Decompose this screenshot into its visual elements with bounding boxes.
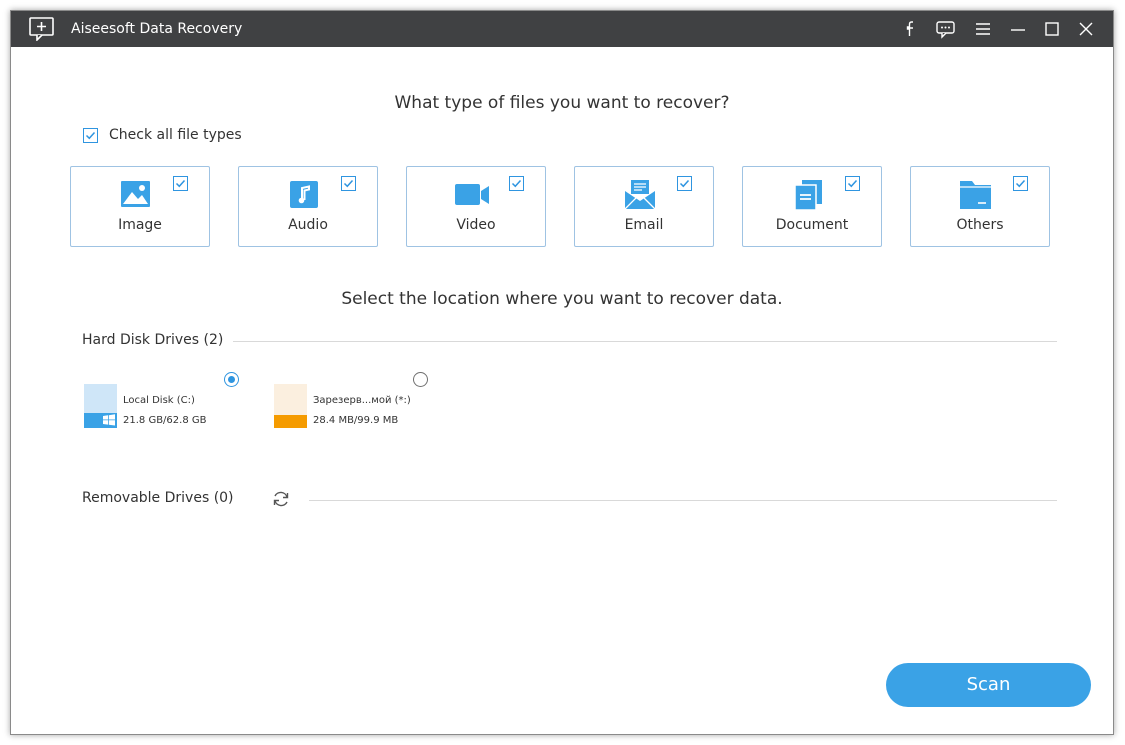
drive-reserved-radio[interactable]	[413, 372, 428, 387]
title-bar: Aiseesoft Data Recovery	[11, 11, 1113, 47]
file-type-document[interactable]: Document	[742, 166, 882, 247]
file-type-label: Others	[956, 217, 1004, 233]
drive-local-disk-c[interactable]: Local Disk (C:) 21.8 GB/62.8 GB	[84, 384, 244, 430]
audio-icon	[286, 179, 322, 211]
check-all-checkbox[interactable]	[83, 127, 98, 143]
image-icon	[118, 179, 154, 211]
file-type-email[interactable]: Email	[574, 166, 714, 247]
drive-c-radio[interactable]	[224, 372, 239, 387]
folder-icon	[958, 179, 994, 211]
file-type-label: Email	[624, 217, 664, 233]
check-all-file-types[interactable]: Check all file types	[83, 126, 242, 144]
others-checkbox[interactable]	[1013, 176, 1028, 191]
divider	[309, 500, 1057, 501]
file-type-label: Audio	[288, 217, 328, 233]
check-all-label: Check all file types	[109, 127, 242, 143]
image-checkbox[interactable]	[173, 176, 188, 191]
document-checkbox[interactable]	[845, 176, 860, 191]
drive-name: Local Disk (C:)	[123, 395, 195, 406]
file-type-audio[interactable]: Audio	[238, 166, 378, 247]
divider	[233, 341, 1057, 342]
app-window: Aiseesoft Data Recovery What type of fil…	[10, 10, 1114, 735]
facebook-icon[interactable]	[899, 18, 923, 40]
file-type-label: Image	[118, 217, 162, 233]
refresh-icon[interactable]	[271, 489, 291, 509]
drive-reserved[interactable]: Зарезерв...мой (*:) 28.4 MB/99.9 MB	[274, 384, 434, 430]
windows-drive-icon	[84, 384, 117, 428]
close-icon[interactable]	[1074, 18, 1098, 40]
menu-icon[interactable]	[971, 18, 995, 40]
feedback-icon[interactable]	[934, 18, 958, 40]
maximize-icon[interactable]	[1040, 18, 1064, 40]
app-logo-icon	[29, 17, 55, 42]
file-type-others[interactable]: Others	[910, 166, 1050, 247]
file-type-video[interactable]: Video	[406, 166, 546, 247]
email-icon	[622, 179, 658, 211]
file-type-label: Document	[775, 217, 849, 233]
removable-drives-title: Removable Drives (0)	[82, 490, 234, 506]
email-checkbox[interactable]	[677, 176, 692, 191]
document-icon	[790, 179, 826, 211]
drive-name: Зарезерв...мой (*:)	[313, 395, 411, 406]
drive-size: 28.4 MB/99.9 MB	[313, 415, 399, 426]
file-types-heading: What type of files you want to recover?	[394, 93, 730, 113]
audio-checkbox[interactable]	[341, 176, 356, 191]
drive-size: 21.8 GB/62.8 GB	[123, 415, 207, 426]
drive-icon	[274, 384, 307, 428]
file-type-label: Video	[456, 217, 496, 233]
video-checkbox[interactable]	[509, 176, 524, 191]
file-type-image[interactable]: Image	[70, 166, 210, 247]
window-title: Aiseesoft Data Recovery	[71, 21, 243, 37]
minimize-icon[interactable]	[1006, 18, 1030, 40]
scan-button[interactable]: Scan	[886, 663, 1091, 707]
hard-disk-drives-title: Hard Disk Drives (2)	[82, 332, 224, 348]
video-icon	[454, 179, 490, 211]
location-heading: Select the location where you want to re…	[341, 289, 783, 309]
file-type-list: Image Audio Video Email Document Others	[70, 166, 1050, 248]
